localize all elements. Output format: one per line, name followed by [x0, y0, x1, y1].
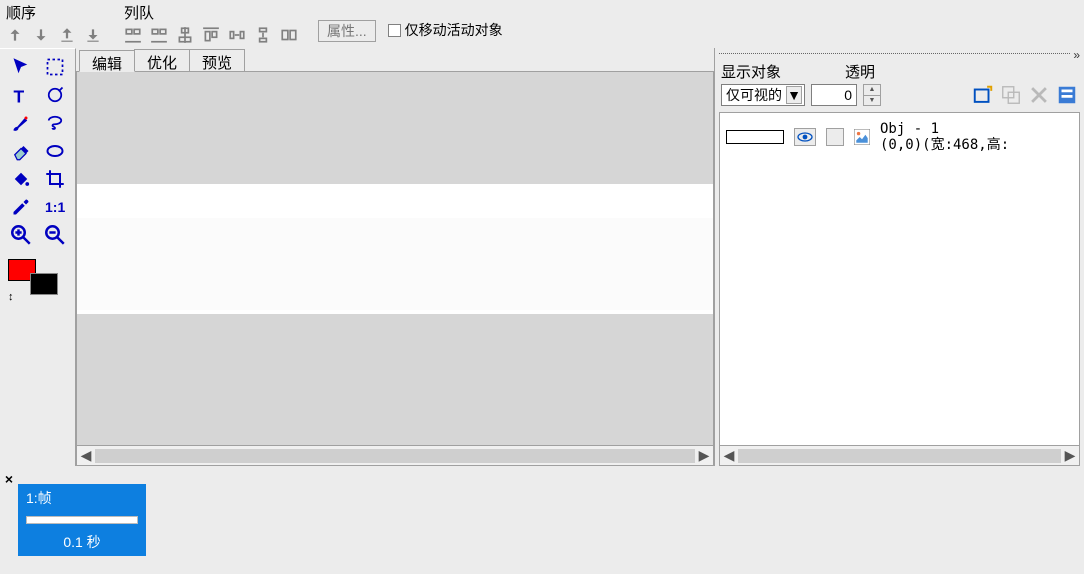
visibility-toggle-icon[interactable] [794, 128, 816, 146]
tab-edit[interactable]: 编辑 [79, 50, 135, 72]
color-swatches[interactable]: ↕ [8, 259, 68, 303]
object-thumbnail [726, 130, 784, 144]
align-center-h-icon[interactable] [174, 24, 196, 46]
object-lock-icon[interactable] [826, 128, 844, 146]
scroll-left-icon[interactable]: ◀ [720, 447, 738, 465]
frame-duration: 0.1 秒 [63, 532, 100, 552]
scroll-right-icon[interactable]: ▶ [1061, 447, 1079, 465]
zoom-out-tool-icon[interactable] [45, 225, 65, 245]
eyedropper-tool-icon[interactable] [11, 197, 31, 217]
duplicate-object-icon[interactable] [1000, 84, 1022, 106]
move-active-only-label: 仅移动活动对象 [405, 20, 503, 40]
distribute-h-icon[interactable] [226, 24, 248, 46]
close-panel-icon[interactable]: × [2, 472, 16, 486]
scroll-track[interactable] [95, 449, 695, 463]
brush-tool-icon[interactable] [11, 113, 31, 133]
svg-text:1:1: 1:1 [45, 199, 65, 215]
canvas-content-band [77, 218, 713, 310]
ellipse-tool-icon[interactable] [45, 141, 65, 161]
align-left-icon[interactable] [122, 24, 144, 46]
send-back-icon[interactable] [82, 24, 104, 46]
tool-panel: T 1:1 ↕ [0, 48, 76, 466]
display-objects-label: 显示对象 [721, 61, 781, 82]
arrow-down-icon[interactable] [30, 24, 52, 46]
chevron-down-icon: ▼ [786, 86, 802, 104]
canvas-area[interactable] [76, 72, 714, 446]
transparency-spinner[interactable]: ▲▼ [863, 84, 881, 106]
transparency-label: 透明 [845, 61, 875, 82]
object-row[interactable]: Obj - 1 (0,0)(宽:468,高: [720, 113, 1079, 161]
objects-panel: » 显示对象 透明 仅可视的 ▼ 0 ▲▼ Ob [714, 48, 1084, 466]
eraser-tool-icon[interactable] [11, 141, 31, 161]
distribute-v-icon[interactable] [252, 24, 274, 46]
lasso-tool-icon[interactable] [45, 113, 65, 133]
queue-group: 列队 [122, 2, 300, 46]
order-group-label: 顺序 [4, 2, 104, 23]
object-coords: (0,0)(宽:468,高: [880, 137, 1009, 153]
svg-text:T: T [13, 87, 24, 106]
objects-hscrollbar[interactable]: ◀ ▶ [719, 446, 1080, 466]
object-list: Obj - 1 (0,0)(宽:468,高: [719, 112, 1080, 446]
new-object-icon[interactable] [972, 84, 994, 106]
order-group: 顺序 [4, 2, 104, 46]
canvas-panel: 编辑 优化 预览 ◀ ▶ [76, 48, 714, 466]
scroll-right-icon[interactable]: ▶ [695, 447, 713, 465]
visibility-select-value: 仅可视的 [726, 85, 782, 105]
checkbox-icon [388, 24, 401, 37]
tab-strip: 编辑 优化 预览 [76, 48, 714, 72]
object-properties-icon[interactable] [1056, 84, 1078, 106]
delete-object-icon[interactable] [1028, 84, 1050, 106]
tab-optimize[interactable]: 优化 [134, 49, 190, 71]
bucket-tool-icon[interactable] [11, 169, 31, 189]
image-type-icon [854, 129, 870, 145]
frame-title: 1:帧 [22, 488, 52, 508]
object-name: Obj - 1 [880, 121, 1009, 137]
panel-gripper[interactable]: » [719, 49, 1080, 59]
swap-colors-icon[interactable]: ↕ [8, 291, 14, 303]
frames-panel: × 1:帧 0.1 秒 [0, 470, 1084, 574]
align-right-icon[interactable] [148, 24, 170, 46]
align-top-icon[interactable] [200, 24, 222, 46]
frame-preview [26, 516, 138, 524]
pointer-tool-icon[interactable] [11, 57, 31, 77]
same-size-icon[interactable] [278, 24, 300, 46]
bring-front-icon[interactable] [56, 24, 78, 46]
frame-thumbnail[interactable]: 1:帧 0.1 秒 [18, 484, 146, 556]
transparency-input[interactable]: 0 [811, 84, 857, 106]
properties-button[interactable]: 属性... [318, 20, 376, 42]
arrow-up-icon[interactable] [4, 24, 26, 46]
object-info: Obj - 1 (0,0)(宽:468,高: [880, 121, 1009, 153]
crop-tool-icon[interactable] [45, 169, 65, 189]
scroll-left-icon[interactable]: ◀ [77, 447, 95, 465]
marquee-tool-icon[interactable] [45, 57, 65, 77]
canvas-hscrollbar[interactable]: ◀ ▶ [76, 446, 714, 466]
move-active-only-checkbox[interactable]: 仅移动活动对象 [388, 20, 503, 40]
scroll-track[interactable] [738, 449, 1061, 463]
zoom-in-tool-icon[interactable] [11, 225, 31, 245]
visibility-select[interactable]: 仅可视的 ▼ [721, 84, 805, 106]
tab-preview[interactable]: 预览 [189, 49, 245, 71]
queue-group-label: 列队 [122, 2, 300, 23]
wand-circle-tool-icon[interactable] [45, 85, 65, 105]
background-color-swatch[interactable] [30, 273, 58, 295]
text-tool-icon[interactable]: T [11, 85, 31, 105]
actual-size-tool-icon[interactable]: 1:1 [45, 197, 65, 217]
